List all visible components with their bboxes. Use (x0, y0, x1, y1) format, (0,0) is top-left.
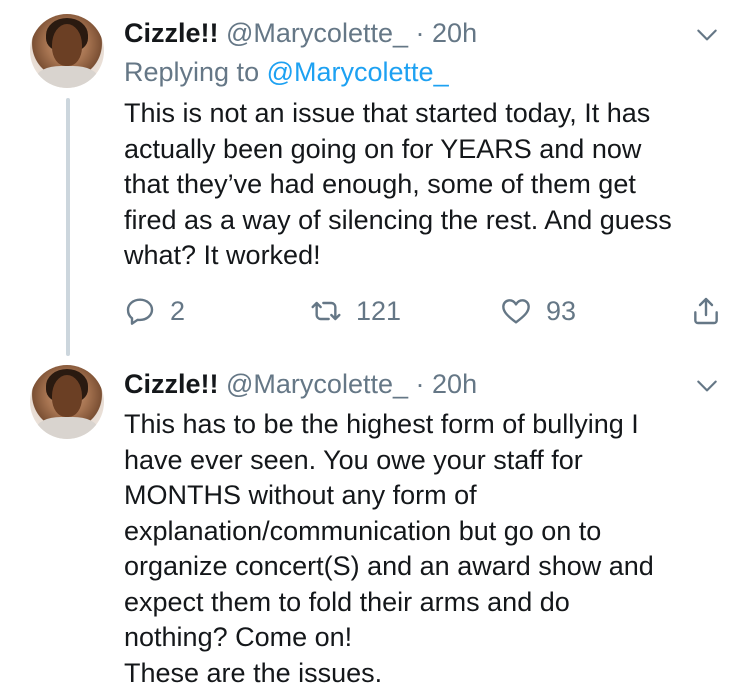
tweet-text: This is not an issue that started today,… (124, 96, 734, 274)
timestamp[interactable]: 20h (432, 369, 477, 399)
replying-to-label: Replying to (124, 57, 260, 87)
tweet-text-line: what? It worked! (124, 240, 321, 270)
tweet-header: Cizzle!! @Marycolette_ · 20h (124, 16, 477, 50)
like-count: 93 (546, 295, 577, 326)
tweet-text-line: organize concert(S) and an award show an… (124, 551, 654, 581)
heart-icon (502, 299, 530, 324)
like-button[interactable]: 93 (500, 291, 576, 331)
separator-dot: · (415, 18, 425, 48)
avatar-shoulders (36, 417, 98, 439)
tweet-text-line: actually been going on for YEARS and now (124, 133, 642, 164)
reply-count: 2 (170, 295, 186, 326)
thread-line (66, 98, 70, 356)
chevron-down-icon[interactable] (694, 373, 720, 399)
user-handle[interactable]: @Marycolette_ (226, 18, 408, 48)
separator-dot: · (415, 369, 425, 399)
tweet-text: This has to be the highest form of bully… (124, 407, 734, 691)
tweet-text-line: This has to be the highest form of bully… (124, 409, 639, 439)
display-name[interactable]: Cizzle!! (124, 369, 219, 399)
timestamp[interactable]: 20h (432, 18, 477, 48)
avatar-face (52, 375, 82, 417)
tweet-text-line: MONTHS without any form of (124, 480, 477, 510)
share-icon (694, 297, 718, 325)
replying-to: Replying to @Marycolette_ (124, 55, 449, 89)
tweet-text-line: nothing? Come on! (124, 622, 353, 652)
display-name[interactable]: Cizzle!! (124, 18, 219, 48)
retweet-icon (311, 301, 341, 321)
tweet-header: Cizzle!! @Marycolette_ · 20h (124, 367, 477, 401)
tweet-text-line: These are the issues. (124, 657, 383, 688)
avatar[interactable] (30, 365, 104, 439)
tweet-actions: 2 121 93 (124, 291, 724, 331)
tweet-text-line: that they’ve had enough, some of them ge… (124, 169, 636, 199)
avatar[interactable] (30, 14, 104, 88)
reply-button[interactable]: 2 (124, 291, 185, 331)
tweet-text-line: expect them to fold their arms and do (124, 586, 570, 617)
tweet-text-line: explanation/communication but go on to (124, 515, 602, 546)
tweet-text-line: have ever seen. You owe your staff for (124, 444, 583, 475)
tweet-text-line: fired as a way of silencing the rest. An… (124, 204, 672, 235)
reply-icon (126, 298, 154, 325)
tweet-text-line: This is not an issue that started today,… (124, 98, 651, 128)
retweet-count: 121 (356, 295, 402, 326)
chevron-down-icon[interactable] (694, 22, 720, 48)
avatar-face (52, 24, 82, 66)
retweet-button[interactable]: 121 (310, 291, 401, 331)
replying-to-handle-link[interactable]: @Marycolette_ (267, 57, 449, 87)
avatar-shoulders (36, 66, 98, 88)
user-handle[interactable]: @Marycolette_ (226, 369, 408, 399)
share-button[interactable] (690, 291, 722, 331)
